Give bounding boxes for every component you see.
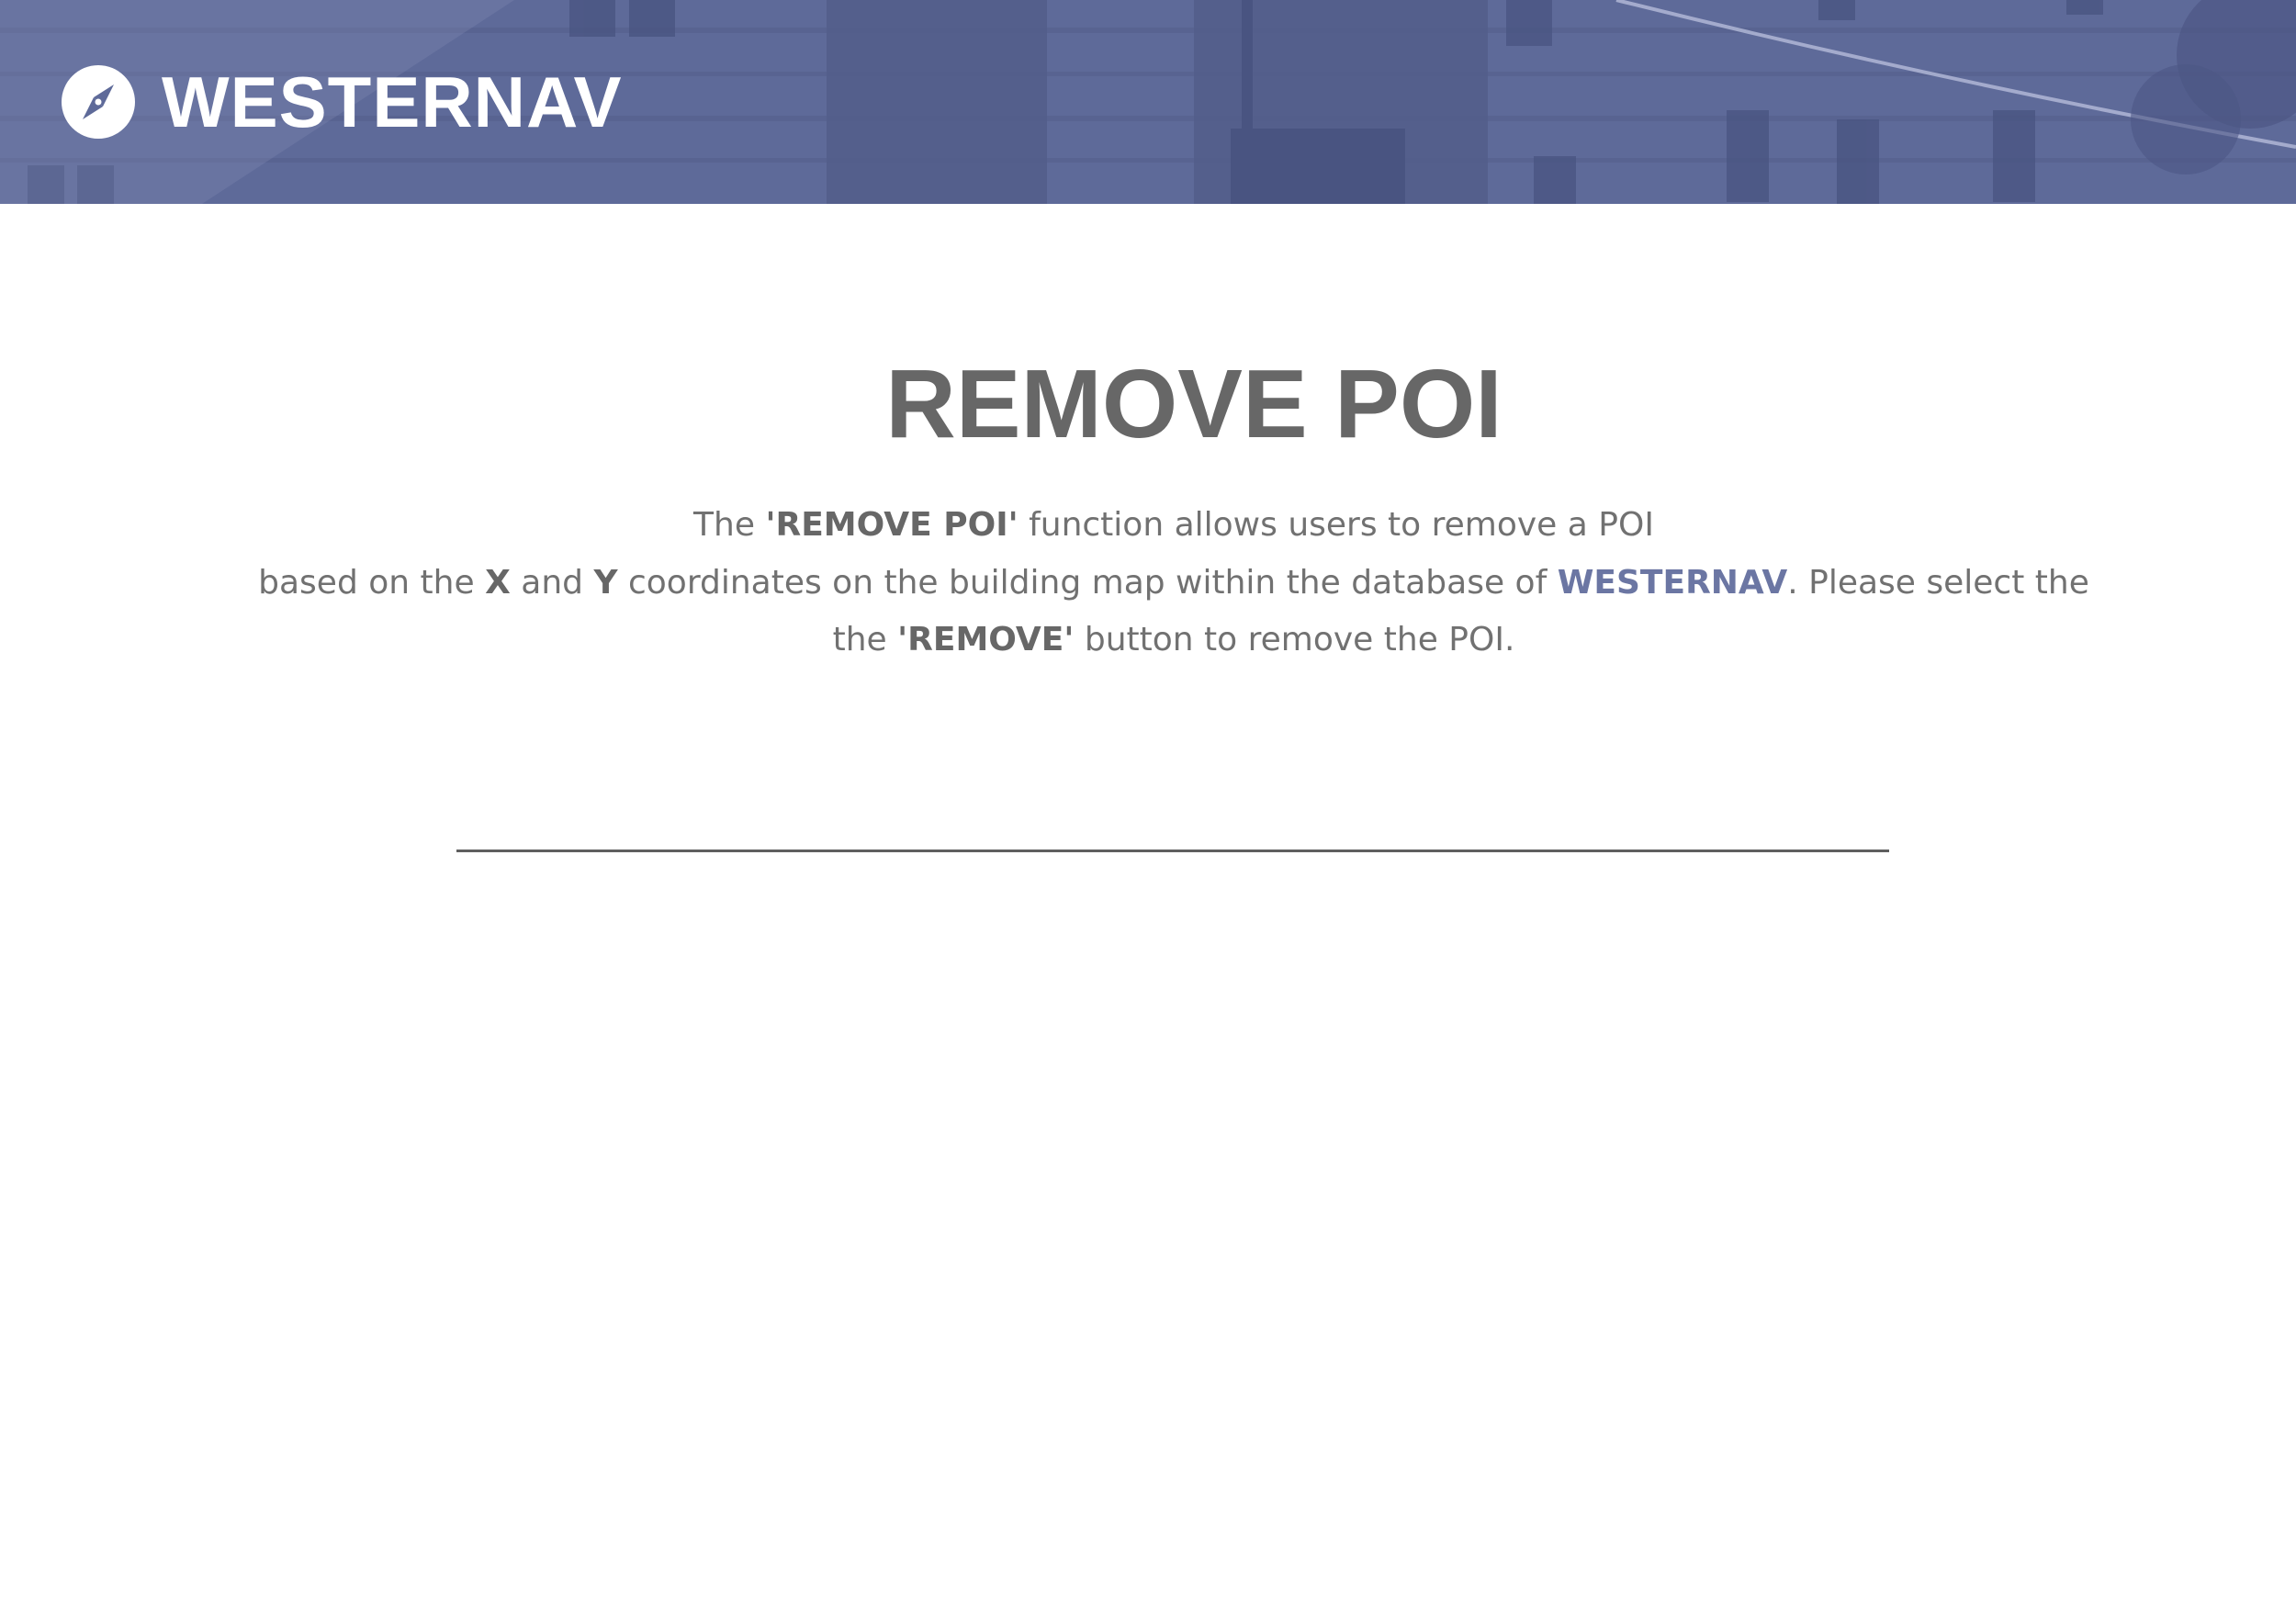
x-coordinate-highlight: X — [485, 564, 511, 602]
page: WESTERNAV REMOVE POI The 'REMOVE POI' fu… — [0, 0, 2296, 1609]
y-coordinate-highlight: Y — [593, 564, 618, 602]
description-text: coordinates on the building map within t… — [617, 564, 1558, 602]
compass-icon — [62, 65, 135, 139]
function-name-highlight: 'REMOVE POI' — [765, 506, 1019, 544]
remove-button-highlight: 'REMOVE' — [897, 621, 1075, 658]
header-banner: WESTERNAV — [0, 0, 2296, 204]
description-text: button to remove the POI. — [1074, 621, 1515, 658]
content-divider — [456, 850, 1889, 852]
description-line-1: The 'REMOVE POI' function allows users t… — [0, 497, 2296, 554]
description-text: function allows users to remove a POI — [1018, 506, 1654, 544]
description-text: the — [832, 621, 898, 658]
brand-logo[interactable]: WESTERNAV — [61, 64, 623, 140]
description-text: and — [510, 564, 594, 602]
description-text: based on the — [258, 564, 486, 602]
brand-name: WESTERNAV — [162, 62, 623, 142]
description-line-3: the 'REMOVE' button to remove the POI. — [0, 612, 2296, 669]
description-text: The — [693, 506, 766, 544]
brand-highlight: WESTERNAV — [1557, 564, 1788, 602]
description-line-2: based on the X and Y coordinates on the … — [0, 555, 2296, 612]
page-title: REMOVE POI — [885, 350, 1503, 458]
description-text: . Please select the — [1787, 564, 2089, 602]
